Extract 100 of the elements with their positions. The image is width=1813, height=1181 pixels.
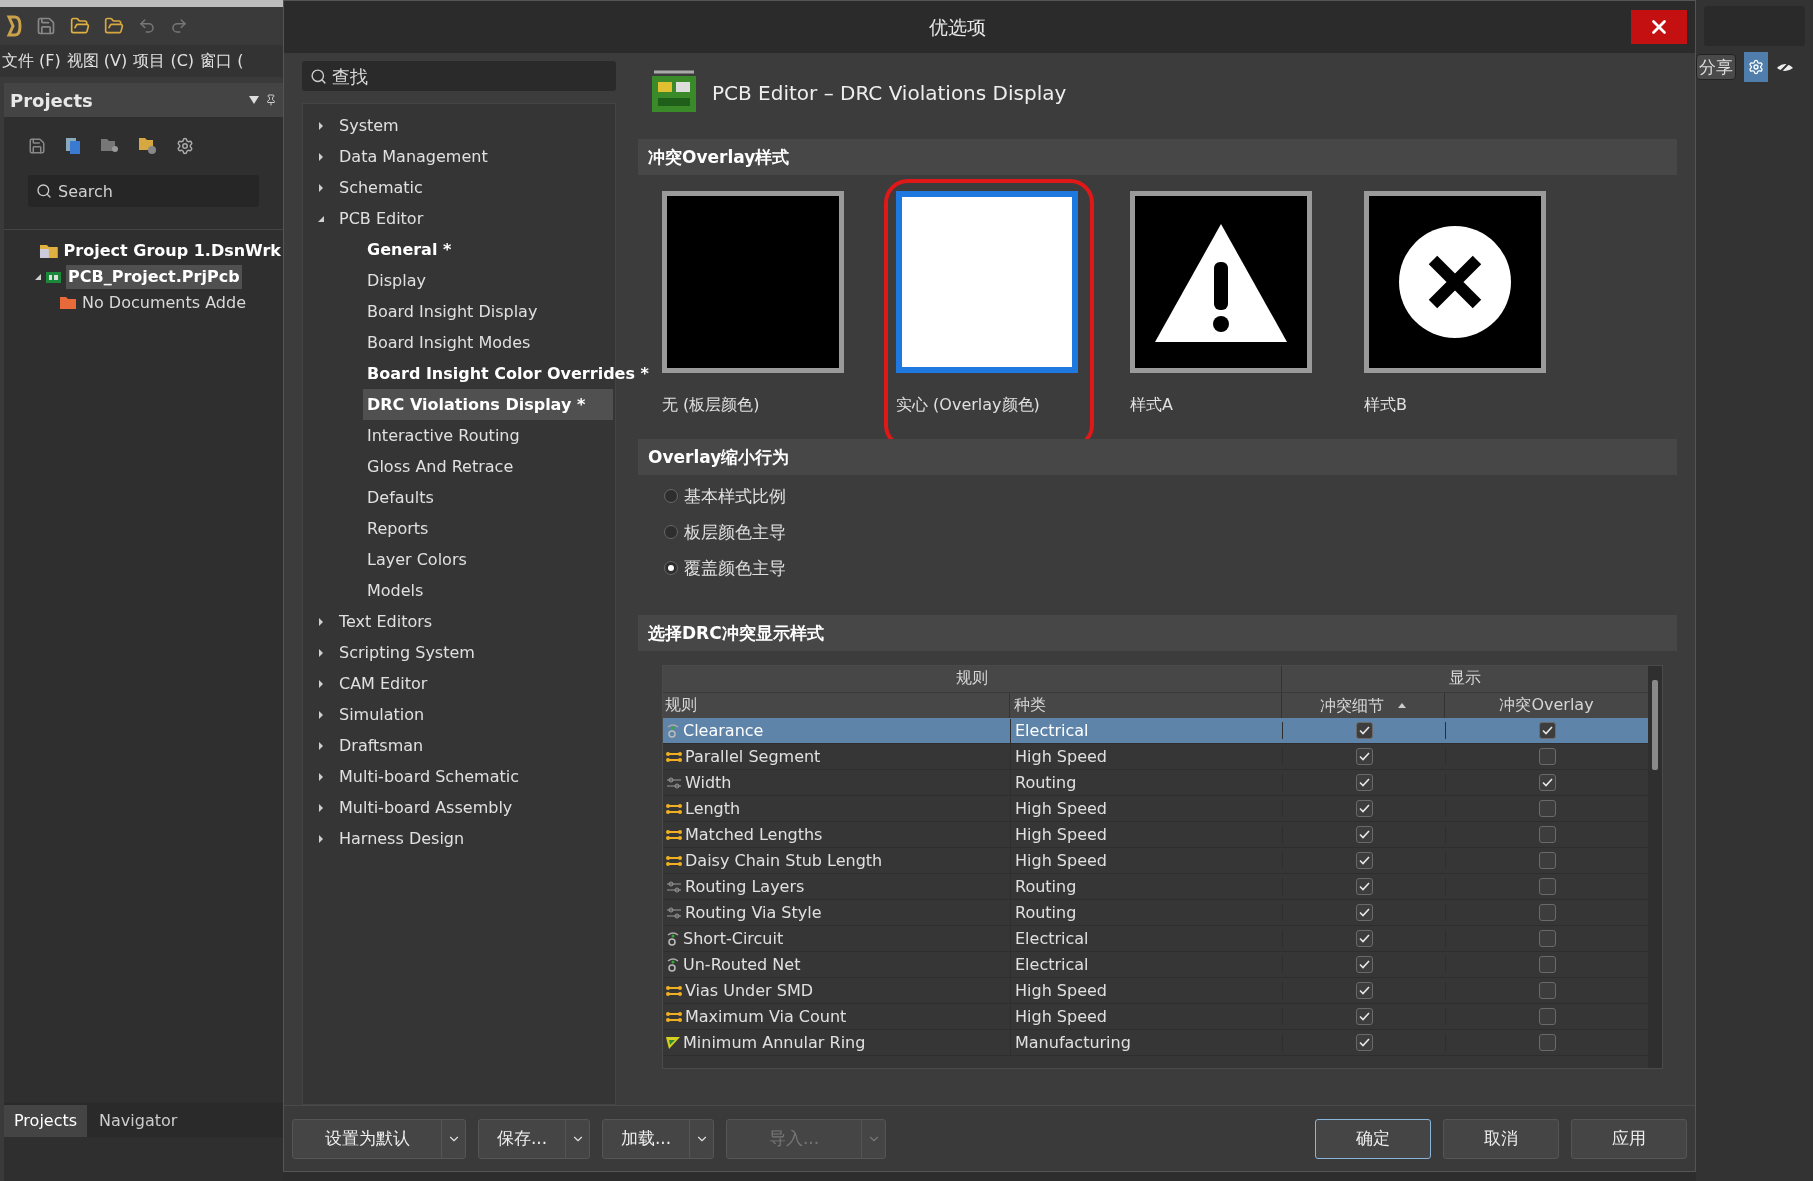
sort-ascending-icon[interactable] <box>1398 703 1406 709</box>
collapsed-triangle-icon[interactable] <box>317 803 325 812</box>
checkbox[interactable] <box>1355 748 1373 766</box>
scrollbar[interactable] <box>1648 666 1662 1069</box>
dialog-button[interactable]: 确定 <box>1315 1118 1431 1159</box>
table-row[interactable]: Minimum Annular Ring Manufacturing <box>663 1030 1648 1057</box>
redo-icon[interactable] <box>170 17 188 35</box>
settings-category[interactable]: System <box>339 113 399 138</box>
settings-category[interactable]: Harness Design <box>339 826 465 851</box>
table-row[interactable]: Routing Via Style Routing <box>663 900 1648 927</box>
project-tree-item[interactable]: No Documents Adde <box>80 291 248 315</box>
checkbox[interactable] <box>1538 904 1556 922</box>
settings-category[interactable]: Schematic <box>339 175 423 200</box>
table-row[interactable]: Short-Circuit Electrical <box>663 926 1648 953</box>
search-field[interactable]: Search <box>28 175 259 207</box>
menu-item[interactable]: 窗口 ( <box>200 49 244 73</box>
settings-button[interactable] <box>1744 52 1768 82</box>
settings-page[interactable]: Models <box>367 578 424 603</box>
collapsed-triangle-icon[interactable] <box>317 679 325 688</box>
collapsed-triangle-icon[interactable] <box>317 834 325 843</box>
radio-button[interactable] <box>664 489 678 504</box>
settings-page[interactable]: Layer Colors <box>367 547 467 572</box>
split-button[interactable]: 保存... <box>478 1118 590 1159</box>
checkbox[interactable] <box>1355 1008 1373 1026</box>
checkbox[interactable] <box>1538 748 1556 766</box>
table-row[interactable]: Vias Under SMD High Speed <box>663 978 1648 1005</box>
table-row[interactable]: Clearance Electrical <box>663 718 1648 745</box>
menu-item[interactable]: 项目 (C) <box>133 49 195 73</box>
settings-page[interactable]: Defaults <box>367 485 434 510</box>
checkbox[interactable] <box>1538 930 1556 948</box>
folder-icon[interactable] <box>104 16 124 36</box>
checkbox[interactable] <box>1355 930 1373 948</box>
checkbox[interactable] <box>1355 1034 1373 1052</box>
folder-icon[interactable] <box>70 16 90 36</box>
table-row[interactable]: Maximum Via Count High Speed <box>663 1004 1648 1031</box>
radio-button[interactable] <box>664 561 678 576</box>
settings-category[interactable]: Data Management <box>339 144 488 169</box>
panel-tab[interactable]: Projects <box>4 1105 88 1137</box>
table-row[interactable]: Length High Speed <box>663 796 1648 823</box>
checkbox[interactable] <box>1355 878 1373 896</box>
collapsed-triangle-icon[interactable] <box>317 183 325 192</box>
folder-gear-icon[interactable] <box>138 137 158 155</box>
checkbox[interactable] <box>1355 982 1373 1000</box>
settings-page[interactable]: Reports <box>367 516 429 541</box>
checkbox[interactable] <box>1538 982 1556 1000</box>
split-button[interactable]: 加载... <box>602 1118 714 1159</box>
table-row[interactable]: Matched Lengths High Speed <box>663 822 1648 849</box>
save-icon[interactable] <box>28 137 46 155</box>
close-button[interactable] <box>1631 10 1687 45</box>
menu-item[interactable]: 视图 (V) <box>66 49 128 73</box>
expanded-triangle-icon[interactable] <box>34 273 42 281</box>
settings-category[interactable]: Text Editors <box>339 609 433 634</box>
checkbox[interactable] <box>1355 722 1373 740</box>
settings-category[interactable]: CAM Editor <box>339 671 428 696</box>
save-icon[interactable] <box>36 16 56 36</box>
undo-icon[interactable] <box>138 17 156 35</box>
settings-page[interactable]: Board Insight Modes <box>367 330 531 355</box>
checkbox[interactable] <box>1355 800 1373 818</box>
checkbox[interactable] <box>1538 800 1556 818</box>
share-button[interactable]: 分享 <box>1696 54 1736 80</box>
settings-page[interactable]: Interactive Routing <box>367 423 520 448</box>
settings-category[interactable]: Multi-board Schematic <box>339 764 519 789</box>
checkbox[interactable] <box>1538 956 1556 974</box>
folder-search-icon[interactable] <box>100 138 120 154</box>
table-row[interactable]: Width Routing <box>663 770 1648 797</box>
checkbox[interactable] <box>1355 774 1373 792</box>
search-field[interactable]: 查找 <box>302 61 616 92</box>
panel-tab[interactable]: Navigator <box>89 1105 188 1137</box>
radio-button[interactable] <box>664 525 678 540</box>
checkbox[interactable] <box>1538 1034 1556 1052</box>
settings-page[interactable]: Gloss And Retrace <box>367 454 514 479</box>
checkbox[interactable] <box>1538 1008 1556 1026</box>
settings-page[interactable]: Display <box>367 268 426 293</box>
table-row[interactable]: Un-Routed Net Electrical <box>663 952 1648 979</box>
collapsed-triangle-icon[interactable] <box>317 617 325 626</box>
documents-icon[interactable] <box>64 137 82 155</box>
checkbox[interactable] <box>1538 852 1556 870</box>
column-header[interactable]: 冲突Overlay <box>1445 693 1648 719</box>
settings-category[interactable]: Scripting System <box>339 640 475 665</box>
collapsed-triangle-icon[interactable] <box>317 741 325 750</box>
dialog-button[interactable]: 应用 <box>1571 1118 1687 1159</box>
checkbox[interactable] <box>1355 826 1373 844</box>
dropdown-arrow-icon[interactable] <box>249 96 259 104</box>
expanded-triangle-icon[interactable] <box>317 214 325 223</box>
collapsed-triangle-icon[interactable] <box>317 152 325 161</box>
settings-icon[interactable] <box>176 137 194 155</box>
checkbox[interactable] <box>1355 904 1373 922</box>
checkbox[interactable] <box>1538 826 1556 844</box>
table-row[interactable]: Parallel Segment High Speed <box>663 744 1648 771</box>
settings-page[interactable]: Board Insight Display <box>367 299 538 324</box>
checkbox[interactable] <box>1538 774 1556 792</box>
checkbox[interactable] <box>1355 852 1373 870</box>
pin-icon[interactable] <box>265 94 277 106</box>
table-row[interactable]: Daisy Chain Stub Length High Speed <box>663 848 1648 875</box>
project-tree-item[interactable]: Project Group 1.DsnWrk <box>61 239 283 263</box>
settings-category[interactable]: Simulation <box>339 702 425 727</box>
checkbox[interactable] <box>1355 956 1373 974</box>
collapsed-triangle-icon[interactable] <box>317 648 325 657</box>
split-button[interactable]: 设置为默认 <box>292 1118 466 1159</box>
table-row[interactable]: Routing Layers Routing <box>663 874 1648 901</box>
